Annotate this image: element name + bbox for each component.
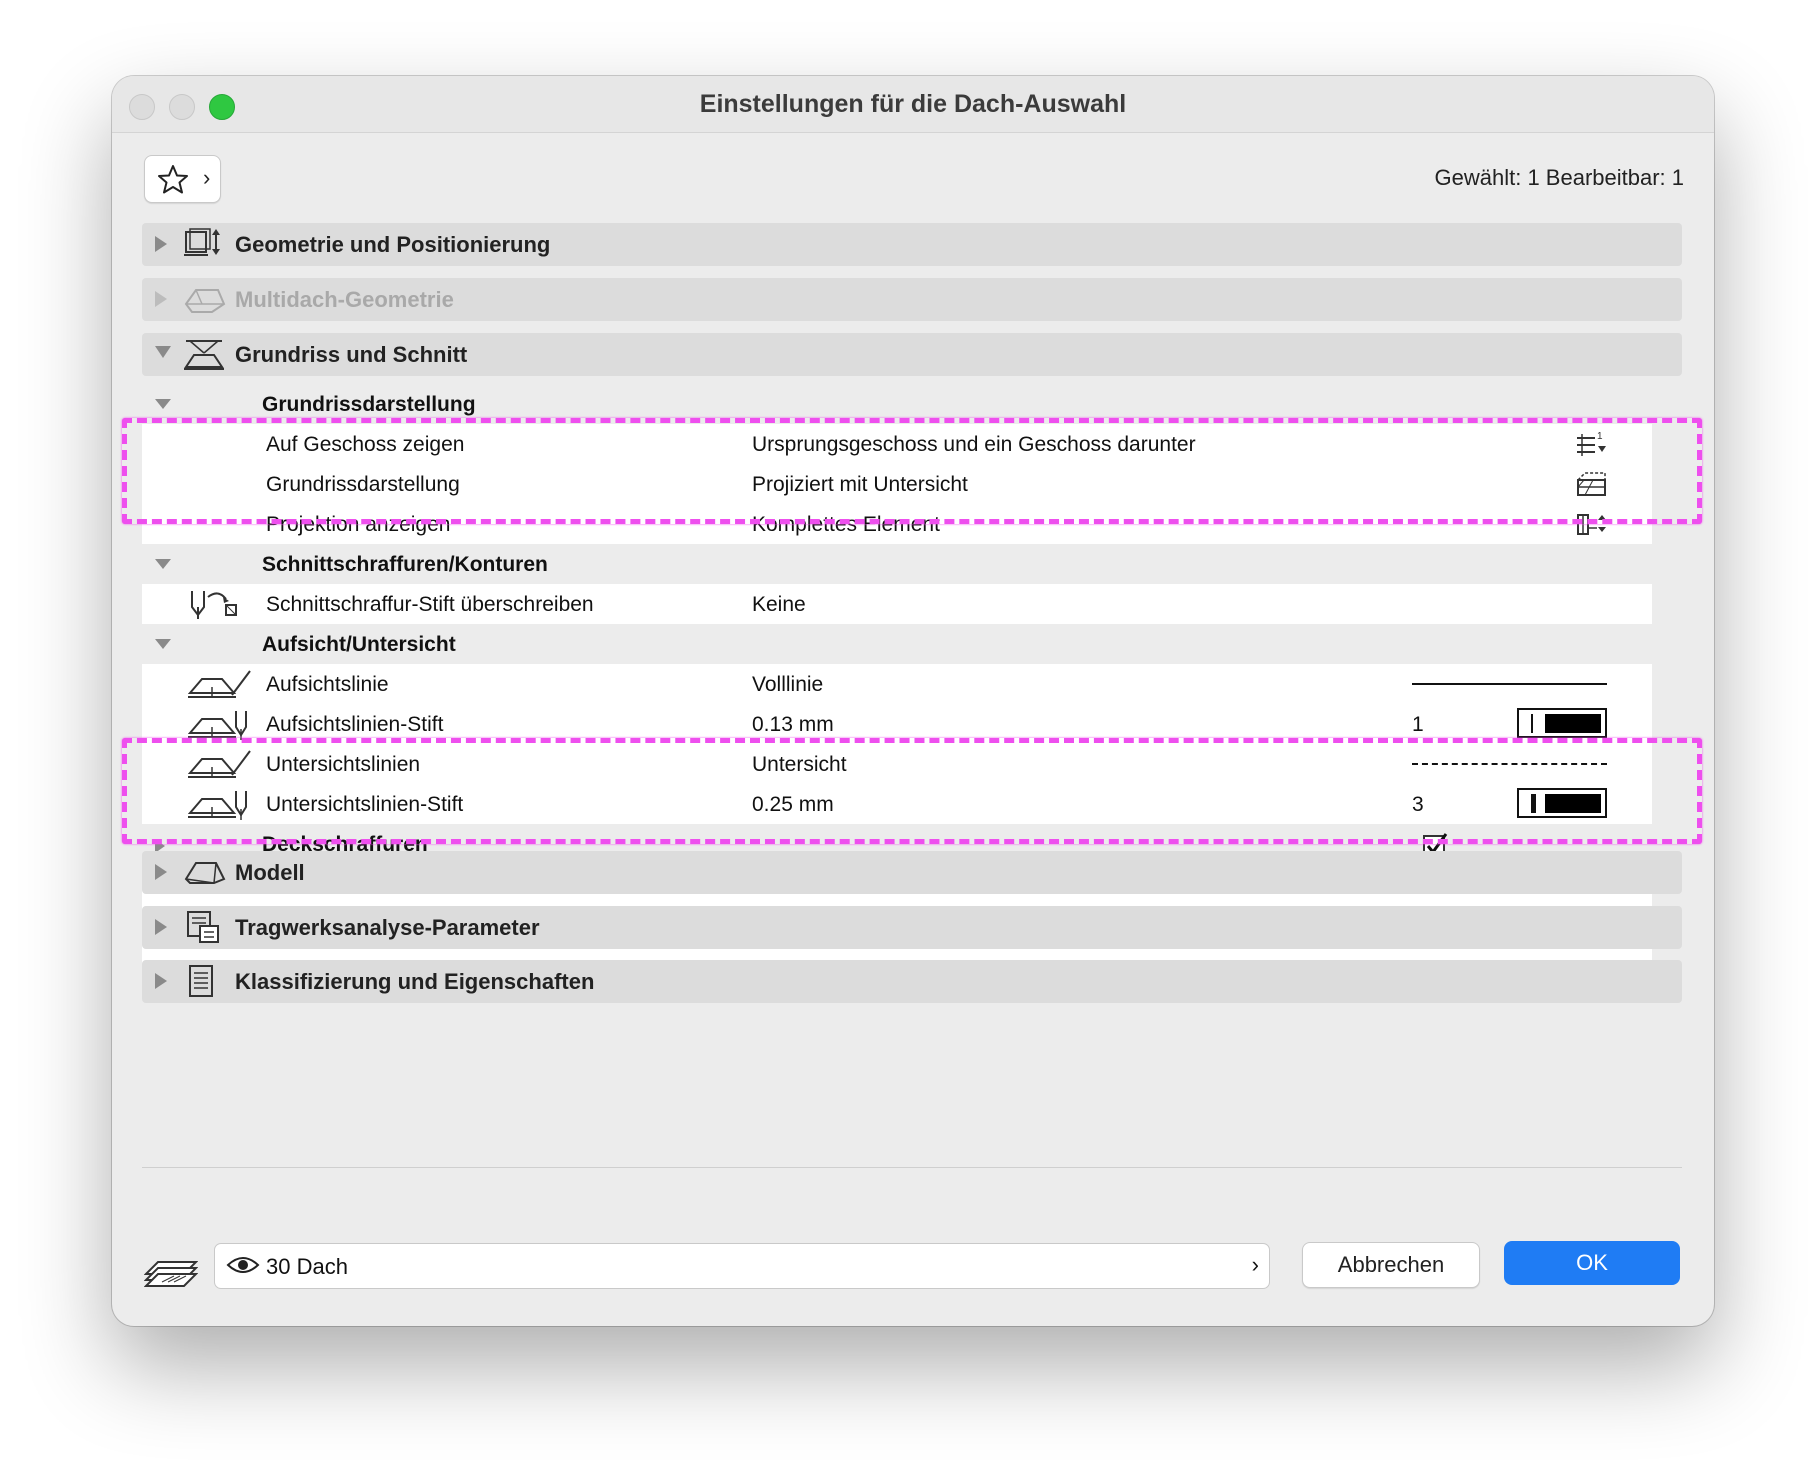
disclosure-right-icon	[155, 291, 167, 307]
layers-icon	[144, 1261, 198, 1287]
group-overhead-uncut[interactable]: Aufsicht/Untersicht	[142, 624, 1652, 665]
star-icon	[158, 165, 188, 194]
section-geometry[interactable]: Geometrie und Positionierung	[142, 223, 1682, 266]
highlight-annotation	[122, 418, 1702, 524]
section-label: Tragwerksanalyse-Parameter	[235, 915, 540, 940]
title-bar: Einstellungen für die Dach-Auswahl	[112, 76, 1714, 133]
setting-row-overhead-line[interactable]: Aufsichtslinie Volllinie	[142, 664, 1652, 705]
disclosure-right-icon	[155, 864, 167, 880]
pen-color-swatch	[1545, 714, 1601, 733]
footer-divider	[142, 1167, 1682, 1168]
section-label: Multidach-Geometrie	[235, 287, 454, 312]
dialog-title: Einstellungen für die Dach-Auswahl	[699, 90, 1127, 118]
section-label: Grundriss und Schnitt	[235, 342, 468, 367]
favorites-button[interactable]: ›	[144, 155, 221, 203]
layer-selector[interactable]: 30 Dach ›	[214, 1243, 1270, 1289]
structural-analysis-icon	[187, 911, 219, 943]
setting-value[interactable]: 0.13 mm	[752, 713, 834, 737]
section-label: Klassifizierung und Eigenschaften	[235, 969, 595, 994]
cancel-button[interactable]: Abbrechen	[1302, 1242, 1480, 1288]
disclosure-down-icon	[155, 559, 171, 569]
group-label: Aufsicht/Untersicht	[262, 633, 456, 656]
ok-button[interactable]: OK	[1504, 1241, 1680, 1285]
section-label: Modell	[235, 860, 305, 885]
disclosure-right-icon	[155, 236, 167, 252]
pen-number[interactable]: 1	[1412, 713, 1424, 737]
setting-value[interactable]: Keine	[752, 593, 806, 617]
disclosure-down-icon	[155, 399, 171, 409]
layer-name: 30 Dach	[266, 1254, 348, 1279]
pen-sample[interactable]	[1517, 708, 1607, 738]
multiroof-icon	[184, 289, 226, 313]
section-floorplan-and-section[interactable]: Grundriss und Schnitt	[142, 333, 1682, 376]
group-label: Schnittschraffuren/Konturen	[262, 553, 548, 576]
section-label: Geometrie und Positionierung	[235, 232, 551, 257]
chevron-right-icon: ›	[203, 165, 211, 190]
settings-dialog: Einstellungen für die Dach-Auswahl › Gew…	[112, 76, 1714, 1326]
disclosure-right-icon	[155, 919, 167, 935]
setting-row-override-cut-fill-pen[interactable]: Schnittschraffur-Stift überschreiben Kei…	[142, 584, 1652, 625]
disclosure-down-icon	[155, 346, 171, 358]
eye-icon	[226, 1257, 260, 1273]
section-structural-analysis[interactable]: Tragwerksanalyse-Parameter	[142, 906, 1682, 949]
setting-name: Aufsichtslinien-Stift	[266, 713, 444, 736]
setting-name: Schnittschraffur-Stift überschreiben	[266, 593, 594, 616]
model-icon	[184, 862, 226, 884]
section-classification-properties[interactable]: Klassifizierung und Eigenschaften	[142, 960, 1682, 1003]
disclosure-right-icon	[155, 973, 167, 989]
disclosure-down-icon	[155, 639, 171, 649]
setting-name: Aufsichtslinie	[266, 673, 389, 696]
group-section-fills-contours[interactable]: Schnittschraffuren/Konturen	[142, 544, 1652, 585]
roof-pen-icon	[188, 711, 247, 740]
setting-value[interactable]: Volllinie	[752, 673, 823, 697]
classification-icon	[189, 965, 213, 997]
geometry-icon	[184, 228, 220, 256]
chevron-right-icon: ›	[1251, 1252, 1259, 1277]
override-pen-icon	[191, 591, 237, 619]
section-multiroof-geometry: Multidach-Geometrie	[142, 278, 1682, 321]
highlight-annotation	[122, 738, 1702, 844]
selection-count: Gewählt: 1 Bearbeitbar: 1	[1434, 165, 1684, 190]
roof-line-icon	[188, 670, 251, 698]
line-type-sample[interactable]	[1412, 683, 1607, 685]
floorplan-section-icon	[184, 340, 224, 370]
pen-weight-tick	[1531, 714, 1533, 733]
section-model[interactable]: Modell	[142, 851, 1682, 894]
group-label: Grundrissdarstellung	[262, 393, 476, 416]
